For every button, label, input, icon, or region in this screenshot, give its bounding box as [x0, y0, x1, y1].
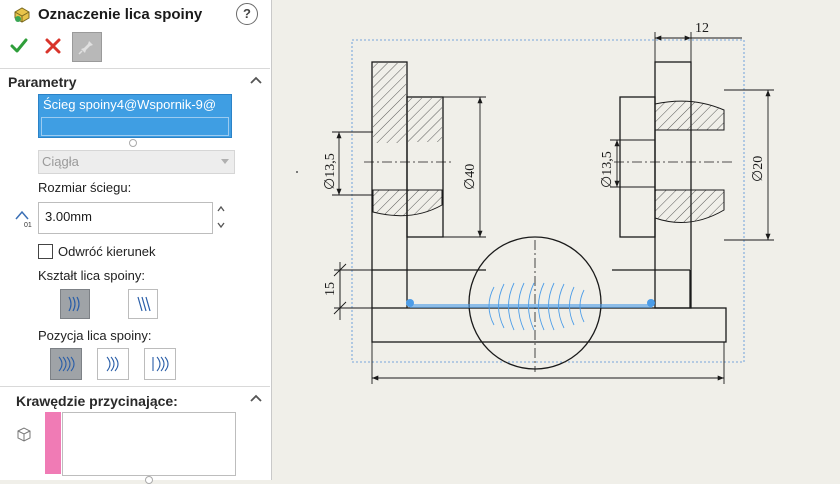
svg-text:01: 01: [24, 222, 32, 229]
selection-list-empty: [41, 117, 229, 136]
shape-convex-button[interactable]: [60, 289, 90, 319]
reverse-direction-checkbox[interactable]: [38, 244, 53, 259]
selection-list[interactable]: Ścieg spoiny4@Wspornik-9@: [38, 94, 232, 138]
dim-top: 12: [695, 21, 709, 36]
bead-size-value: 3.00mm: [45, 209, 92, 224]
divider: [0, 68, 270, 69]
position-left-button[interactable]: [97, 348, 129, 380]
drawing-canvas[interactable]: 12 ∅13,5 ∅40 ∅13,5 ∅20 15: [272, 0, 840, 480]
reverse-direction-label: Odwróć kierunek: [58, 244, 156, 259]
canvas-dot: [296, 171, 298, 173]
hatched-sections: [372, 63, 725, 223]
dim-far-right-diameter: ∅20: [751, 156, 766, 182]
trim-edges-color-marker: [45, 412, 61, 474]
concave-weld-icon: [137, 296, 151, 312]
section-title-trim-edges: Krawędzie przycinające:: [16, 393, 178, 409]
divider: [0, 386, 270, 387]
pin-icon: [78, 41, 93, 55]
center-position-icon: [58, 356, 75, 372]
dim-left-diameter: ∅13,5: [323, 153, 338, 190]
chevron-down-icon: [221, 159, 229, 164]
property-manager-panel: Oznaczenie lica spoiny ? Parametry Ścieg…: [0, 0, 272, 484]
spinner-buttons[interactable]: [215, 203, 227, 231]
weld-type-select[interactable]: Ciągła: [38, 150, 235, 174]
cancel-button[interactable]: [44, 37, 62, 55]
dim-right-diameter: ∅13,5: [600, 151, 615, 188]
chevron-up-icon[interactable]: [248, 72, 264, 88]
weld-type-value: Ciągła: [42, 154, 79, 169]
weld-bead: [406, 282, 655, 331]
section-title-parameters: Parametry: [8, 74, 77, 90]
dim-mid-diameter: ∅40: [463, 164, 478, 190]
position-center-button[interactable]: [50, 348, 82, 380]
position-right-button[interactable]: [144, 348, 176, 380]
bead-size-icon: 01: [15, 210, 32, 229]
resize-handle[interactable]: [145, 476, 153, 484]
bead-size-input[interactable]: 3.00mm: [38, 202, 213, 234]
convex-weld-icon: [68, 296, 80, 312]
pin-button[interactable]: [72, 32, 102, 62]
trim-edges-list[interactable]: [62, 412, 236, 476]
technical-drawing: 12 ∅13,5 ∅40 ∅13,5 ∅20 15: [296, 21, 774, 384]
help-button[interactable]: ?: [236, 3, 258, 25]
chevron-up-icon[interactable]: [248, 390, 264, 406]
edge-cube-icon: [17, 427, 31, 442]
shape-concave-button[interactable]: [128, 289, 158, 319]
dim-height: 15: [323, 282, 338, 296]
face-shape-label: Kształt lica spoiny:: [38, 268, 145, 283]
right-position-icon: [152, 356, 169, 372]
bead-size-label: Rozmiar ściegu:: [38, 180, 132, 195]
resize-handle[interactable]: [129, 139, 137, 147]
ok-button[interactable]: [9, 36, 29, 56]
left-position-icon: [106, 356, 119, 372]
weld-bead-icon: [14, 7, 30, 23]
selection-item[interactable]: Ścieg spoiny4@Wspornik-9@: [43, 97, 216, 112]
panel-title: Oznaczenie lica spoiny: [38, 6, 203, 23]
face-position-label: Pozycja lica spoiny:: [38, 328, 152, 343]
